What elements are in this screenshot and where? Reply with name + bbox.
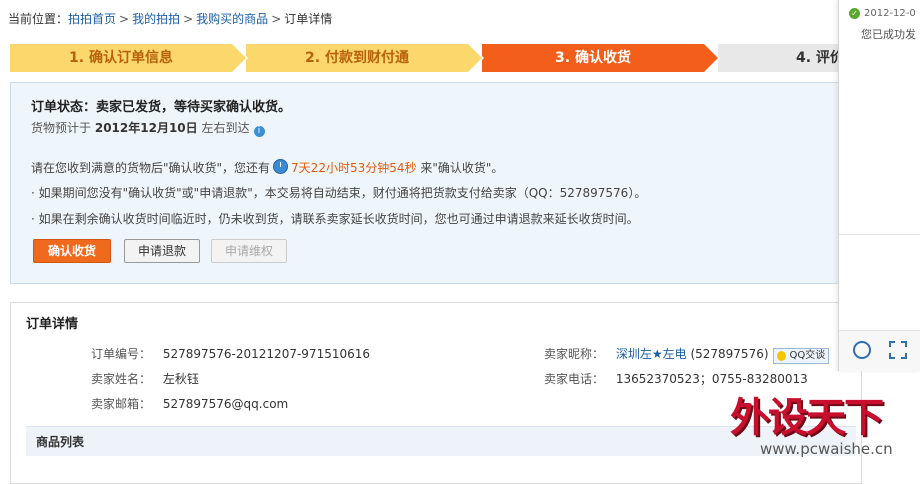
breadcrumb-current: 订单详情: [284, 12, 333, 26]
seller-nick-label: 卖家昵称：: [544, 347, 605, 361]
order-detail-title: 订单详情: [26, 317, 79, 332]
breadcrumb-separator: >: [119, 12, 130, 26]
info-icon[interactable]: i: [253, 126, 265, 137]
breadcrumb-link-home[interactable]: 拍拍首页: [68, 12, 116, 26]
clock-icon: [273, 159, 289, 174]
emoji-icon[interactable]: [853, 341, 871, 359]
step-label: 2. 付款到财付通: [305, 50, 409, 66]
breadcrumb: 当前位置：拍拍首页 > 我的拍拍 > 我购买的商品 > 订单详情: [8, 10, 332, 27]
breadcrumb-separator: >: [183, 12, 194, 26]
panel-divider: [839, 234, 920, 235]
watermark-url: www.pcwaishe.cn: [760, 440, 893, 458]
seller-nick-link[interactable]: 深圳左★左电: [616, 347, 687, 361]
watermark-logo: 外设天下: [730, 394, 884, 441]
notice-prefix: 请在您收到满意的货物后"确认收货"，您还有: [31, 161, 271, 175]
step-label: 4. 评价: [796, 50, 844, 66]
screenshot-capture-icon[interactable]: [889, 341, 907, 359]
seller-email-value: 527897576@qq.com: [162, 397, 289, 411]
seller-phone-value: 13652370523；0755-83280013: [615, 372, 808, 386]
qq-chat-button[interactable]: QQ交谈: [772, 348, 830, 364]
seller-email-row: 卖家邮箱： 527897576@qq.com: [91, 395, 288, 412]
countdown-timer: 7天22小时53分钟54秒: [291, 161, 417, 175]
seller-email-label: 卖家邮箱：: [91, 397, 152, 411]
notice-bullet-auto-complete: · 如果期间您没有"确认收货"或"申请退款"，本交易将自动结束，财付通将把货款支…: [31, 186, 647, 200]
breadcrumb-link-purchased[interactable]: 我购买的商品: [196, 12, 268, 26]
order-number-label: 订单编号：: [91, 347, 152, 361]
order-number-value: 527897576-20121207-971510616: [162, 347, 371, 361]
seller-name-value: 左秋钰: [162, 372, 199, 386]
request-dispute-button: 申请维权: [211, 239, 287, 263]
panel-toolbar: [839, 330, 920, 371]
notification-time-text: 2012-12-0: [864, 8, 916, 19]
notification-panel: ✓ 2012-12-0 您已成功发: [838, 0, 920, 371]
step-label: 1. 确认订单信息: [69, 50, 173, 66]
confirm-receipt-button[interactable]: 确认收货: [33, 239, 111, 263]
order-progress-steps: 1. 确认订单信息 2. 付款到财付通 3. 确认收货 4. 评价: [10, 44, 910, 72]
seller-name-row: 卖家姓名： 左秋钰: [91, 370, 199, 387]
watermark: 外设天下 www.pcwaishe.cn: [730, 385, 910, 470]
eta-prefix: 货物预计于: [31, 121, 92, 135]
order-number-row: 订单编号： 527897576-20121207-971510616: [91, 345, 370, 362]
breadcrumb-link-my-paipai[interactable]: 我的拍拍: [132, 12, 180, 26]
request-refund-button[interactable]: 申请退款: [124, 239, 200, 263]
seller-name-label: 卖家姓名：: [91, 372, 152, 386]
step-confirm-receipt: 3. 确认收货: [482, 44, 720, 72]
notification-time: ✓ 2012-12-0: [849, 8, 916, 19]
seller-phone-label: 卖家电话：: [544, 372, 605, 386]
notice-bullet-extend-time: · 如果在剩余确认收货时间临近时，仍未收到货，请联系卖家延长收货时间，您也可通过…: [31, 212, 639, 226]
notification-message: 您已成功发: [861, 28, 916, 41]
delivery-estimate: 货物预计于 2012年12月10日 左右到达 i: [31, 119, 265, 137]
order-status-title: 订单状态：卖家已发货，等待买家确认收货。: [31, 100, 292, 115]
step-confirm-order: 1. 确认订单信息: [10, 44, 248, 72]
check-icon: ✓: [849, 8, 860, 19]
breadcrumb-separator: >: [271, 12, 282, 26]
order-status-panel: 订单状态：卖家已发货，等待买家确认收货。 货物预计于 2012年12月10日 左…: [10, 82, 862, 284]
eta-suffix: 左右到达: [201, 121, 250, 135]
confirm-receipt-notice: 请在您收到满意的货物后"确认收货"，您还有 7天22小时53分钟54秒 来"确认收…: [31, 159, 503, 176]
step-pay-tenpay: 2. 付款到财付通: [246, 44, 484, 72]
eta-date: 2012年12月10日: [94, 121, 198, 135]
step-label: 3. 确认收货: [555, 50, 631, 66]
notice-suffix: 来"确认收货"。: [420, 161, 504, 175]
seller-nick-row: 卖家昵称： 深圳左★左电 (527897576) QQ交谈: [544, 345, 830, 364]
breadcrumb-prefix: 当前位置：: [8, 12, 69, 26]
seller-qq-number: (527897576): [690, 347, 769, 361]
